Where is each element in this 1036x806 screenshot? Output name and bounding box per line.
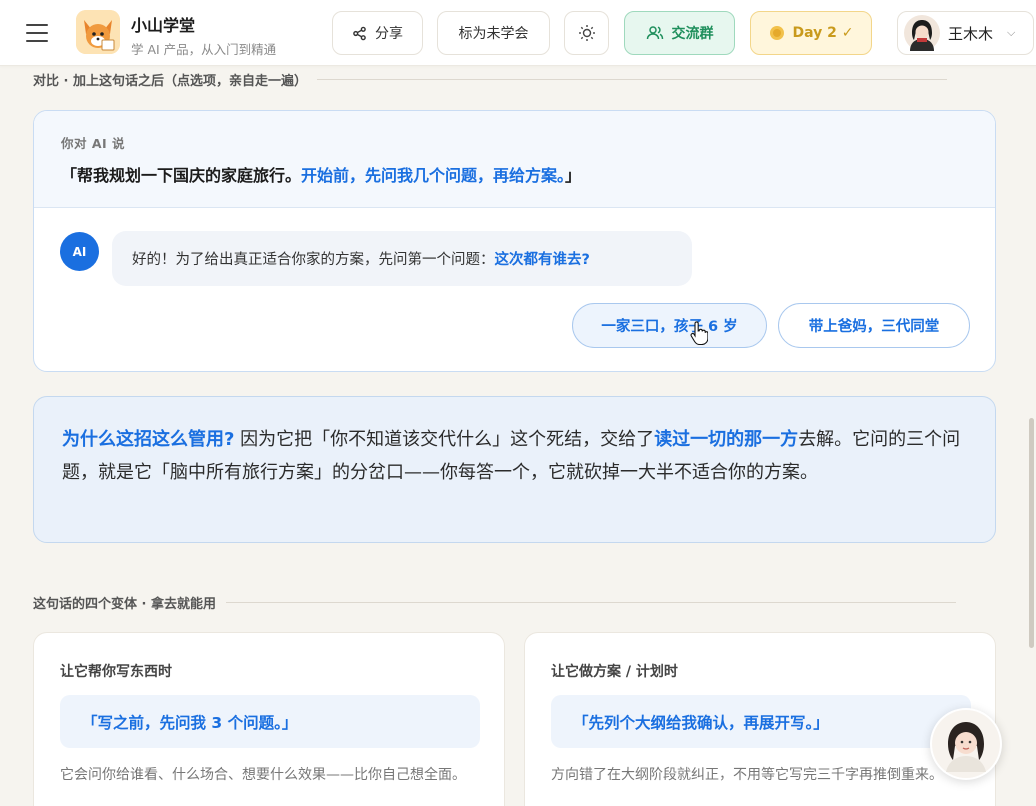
assistant-avatar (932, 710, 1000, 778)
option-button[interactable]: 带上爸妈，三代同堂 (778, 303, 970, 348)
user-name: 王木木 (948, 24, 994, 43)
community-group-button[interactable]: 交流群 (624, 11, 735, 55)
prompt-highlight: 开始前，先问我几个问题，再给方案。 (301, 166, 566, 185)
divider (226, 602, 956, 603)
scrollbar[interactable] (1029, 418, 1034, 648)
assistant-avatar-button[interactable] (930, 708, 1002, 780)
variant-quote[interactable]: 「写之前，先问我 3 个问题。」 (60, 695, 480, 748)
variants-section-header: 这句话的四个变体 · 拿去就能用 (33, 593, 956, 612)
mark-unlearned-button[interactable]: 标为未学会 (437, 11, 550, 55)
variants-section-label: 这句话的四个变体 · 拿去就能用 (33, 597, 216, 612)
divider (317, 79, 947, 80)
share-icon (353, 26, 366, 40)
users-icon (646, 26, 663, 40)
mark-label: 标为未学会 (458, 26, 529, 42)
ai-reply-bubble: 好的！为了给出真正适合你家的方案，先问第一个问题： 这次都有谁去? (112, 231, 692, 286)
you-say-label: 你对 AI 说 (61, 136, 126, 151)
variant-title: 让它做方案 / 计划时 (551, 664, 678, 680)
avatar (904, 15, 940, 51)
explanation-text-1: 因为它把「你不知道该交代什么」这个死结，交给了 (234, 429, 655, 450)
coin-icon (769, 26, 784, 40)
share-label: 分享 (375, 26, 403, 42)
brand-title: 小山学堂 (131, 16, 196, 35)
explanation-lead: 为什么这招这么管用? (62, 429, 235, 450)
variant-quote[interactable]: 「先列个大纲给我确认，再展开写。」 (551, 695, 971, 748)
prompt-end: 」 (565, 166, 582, 185)
demo-conversation-card: 你对 AI 说 「帮我规划一下国庆的家庭旅行。开始前，先问我几个问题，再给方案。… (33, 110, 996, 372)
user-menu[interactable]: 王木木 ⌵ (897, 11, 1034, 55)
variant-description: 方向错了在大纲阶段就纠正，不用等它写完三千字再推倒重来。 (551, 767, 943, 783)
brand-logo[interactable] (76, 10, 120, 54)
chevron-down-icon: ⌵ (1007, 26, 1016, 39)
ai-reply-panel: AI 好的！为了给出真正适合你家的方案，先问第一个问题： 这次都有谁去? 一家三口… (34, 208, 995, 371)
compare-section-header: 对比 · 加上这句话之后（点选项，亲自走一遍） (33, 70, 947, 89)
day-progress-button[interactable]: Day 2 ✓ (750, 11, 872, 55)
variant-description: 它会问你给谁看、什么场合、想要什么效果——比你自己想全面。 (60, 767, 466, 783)
option-button[interactable]: 一家三口，孩子 6 岁 (572, 303, 767, 348)
user-prompt: 「帮我规划一下国庆的家庭旅行。开始前，先问我几个问题，再给方案。」 (61, 162, 995, 186)
ai-reply-text: 好的！为了给出真正适合你家的方案，先问第一个问题： (132, 252, 495, 268)
day-label: Day 2 ✓ (792, 25, 854, 41)
variant-card: 让它做方案 / 计划时 「先列个大纲给我确认，再展开写。」 方向错了在大纲阶段就… (524, 632, 996, 806)
share-button[interactable]: 分享 (332, 11, 423, 55)
menu-icon[interactable] (26, 22, 48, 44)
group-label: 交流群 (671, 26, 714, 42)
ai-avatar: AI (60, 232, 99, 271)
variant-title: 让它帮你写东西时 (60, 664, 172, 680)
user-prompt-panel: 你对 AI 说 「帮我规划一下国庆的家庭旅行。开始前，先问我几个问题，再给方案。… (34, 111, 995, 208)
theme-toggle-button[interactable] (564, 11, 609, 55)
cursor-hand-icon (690, 321, 708, 345)
prompt-plain: 「帮我规划一下国庆的家庭旅行。 (61, 166, 302, 185)
explanation-highlight: 读过一切的那一方 (654, 429, 799, 450)
sun-icon (578, 25, 595, 41)
compare-section-label: 对比 · 加上这句话之后（点选项，亲自走一遍） (33, 74, 307, 89)
explanation-card: 为什么这招这么管用? 因为它把「你不知道该交代什么」这个死结，交给了读过一切的那… (33, 396, 996, 543)
brand-subtitle: 学 AI 产品，从入门到精通 (131, 42, 277, 57)
ai-reply-question: 这次都有谁去? (494, 252, 590, 268)
variant-card: 让它帮你写东西时 「写之前，先问我 3 个问题。」 它会问你给谁看、什么场合、想… (33, 632, 505, 806)
top-bar: 小山学堂 学 AI 产品，从入门到精通 分享 标为未学会 交流群 Day 2 ✓ (0, 0, 1036, 66)
